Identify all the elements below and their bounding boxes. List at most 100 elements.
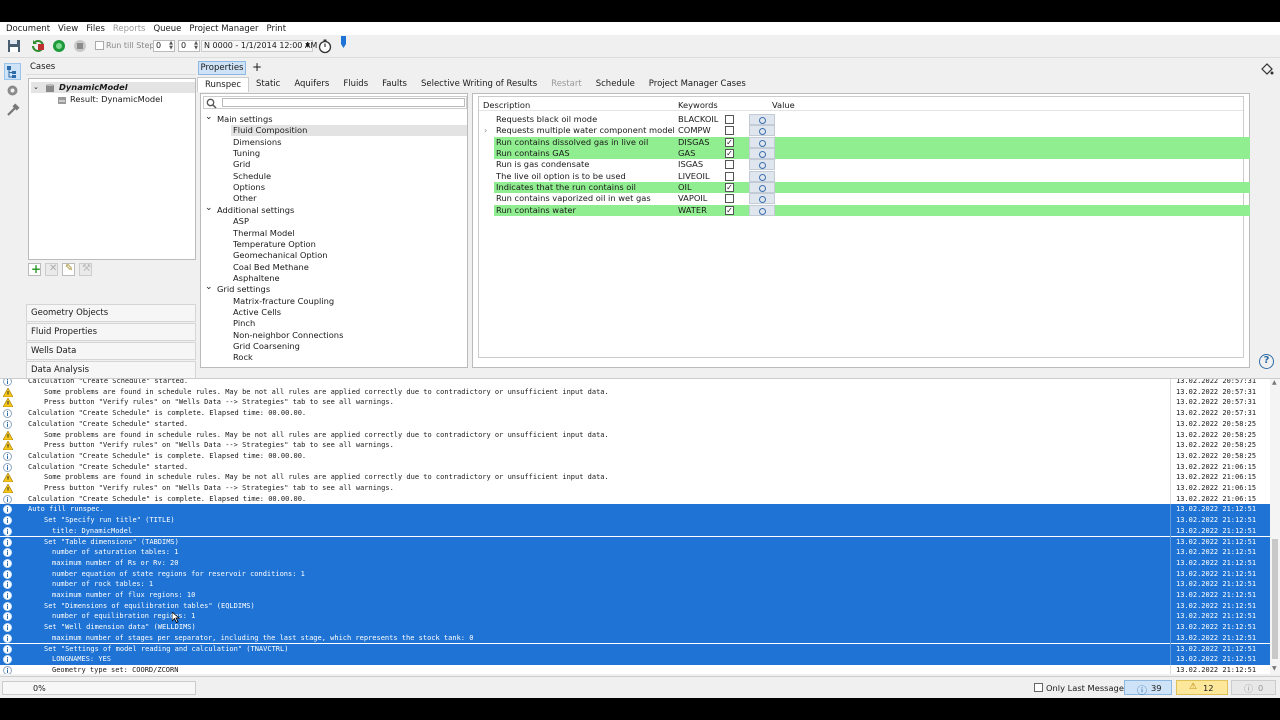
tree-item[interactable]: Tuning (229, 148, 469, 159)
tools-button[interactable] (5, 103, 20, 118)
tree-item[interactable]: ⌄ Main settings (201, 112, 461, 125)
log-entry[interactable]: Press button "Verify rules" on "Wells Da… (0, 440, 1270, 452)
tab-selective-writing-of-results[interactable]: Selective Writing of Results (414, 77, 544, 92)
tree-item[interactable]: Dimensions (229, 137, 469, 148)
tab-runspec[interactable]: Runspec (197, 77, 250, 92)
row-info-button[interactable] (749, 125, 775, 137)
tree-item[interactable]: Non-neighbor Connections (229, 330, 469, 341)
chevron-down-icon[interactable]: ⌄ (205, 203, 213, 214)
tree-item[interactable]: Pinch (229, 318, 469, 329)
add-case-button[interactable]: + (28, 262, 41, 276)
log-entry[interactable]: Press button "Verify rules" on "Wells Da… (0, 483, 1270, 494)
tree-item[interactable]: Fluid Composition (229, 125, 469, 137)
menu-item-files[interactable]: Files (82, 24, 109, 34)
log-entry[interactable]: maximum number of Rs or Rv: 20 13.02.2022… (0, 557, 1270, 569)
keyword-row-liveoil[interactable]: The live oil option is to be used LIVEOIL (494, 170, 1250, 182)
keyword-row-vapoil[interactable]: Run contains vaporized oil in wet gas VAP… (494, 193, 1250, 205)
tab-schedule[interactable]: Schedule (589, 77, 642, 92)
settings-button[interactable] (5, 83, 20, 98)
keyword-row-oil[interactable]: Indicates that the run contains oil OIL ✓ (494, 182, 1250, 194)
row-info-button[interactable] (749, 193, 775, 205)
log-entry[interactable]: maximum number of stages per separator, … (0, 632, 1270, 644)
reload-button[interactable] (30, 38, 46, 54)
tab-faults[interactable]: Faults (375, 77, 414, 92)
keyword-row-water[interactable]: Run contains water WATER ✓ (494, 204, 1250, 216)
tree-item[interactable]: ⌄ Additional settings (201, 203, 461, 216)
log-entry[interactable]: Set "Settings of model reading and calcu… (0, 643, 1270, 655)
run-button[interactable] (51, 38, 67, 54)
log-entry[interactable]: Calculation "Create Schedule" started. 13… (0, 418, 1270, 430)
timeline-slider-handle[interactable] (340, 36, 347, 48)
section-fluid-properties[interactable]: Fluid Properties (26, 323, 196, 341)
tree-item[interactable]: Matrix-fracture Coupling (229, 296, 469, 307)
stop-button[interactable] (72, 38, 88, 54)
menu-item-view[interactable]: View (54, 24, 82, 34)
step-stepper-2[interactable]: 0 ▲ ▼ (178, 40, 200, 52)
fill-color-button[interactable] (1260, 62, 1274, 76)
log-entry[interactable]: maximum number of flux regions: 10 13.02.… (0, 590, 1270, 601)
log-entry[interactable]: Set "Table dimensions" (TABDIMS) 13.02.20… (0, 536, 1270, 548)
keyword-row-disgas[interactable]: Run contains dissolved gas in live oil DI… (494, 136, 1250, 148)
section-wells-data[interactable]: Wells Data (26, 342, 196, 360)
keyword-row-compw[interactable]: › Requests multiple water component model… (484, 125, 1250, 137)
log-entry[interactable]: Some problems are found in schedule rule… (0, 472, 1270, 484)
tree-item[interactable]: ASP (229, 216, 469, 227)
log-entry[interactable]: Press button "Verify rules" on "Wells Da… (0, 397, 1270, 409)
result-item[interactable]: Result: DynamicModel (57, 94, 195, 105)
tree-item[interactable]: Options (229, 182, 469, 193)
delete-case-button[interactable]: ✕ (45, 263, 58, 276)
row-info-button[interactable] (749, 159, 775, 171)
section-geometry-objects[interactable]: Geometry Objects (26, 304, 196, 322)
cases-view-button[interactable] (4, 63, 21, 80)
only-last-messages-checkbox[interactable] (1034, 683, 1043, 692)
menu-item-print[interactable]: Print (262, 24, 290, 34)
log-entry[interactable]: Calculation "Create Schedule" is complet… (0, 408, 1270, 420)
row-checkbox[interactable]: ✓ (725, 183, 734, 193)
tree-item[interactable]: Asphaltene (229, 273, 469, 284)
row-info-button[interactable] (749, 182, 775, 194)
log-entry[interactable]: number of saturation tables: 1 13.02.2022… (0, 547, 1270, 559)
log-entry[interactable]: Auto fill runspec. 13.02.2022 21:12:51 (0, 504, 1270, 516)
tab-aquifers[interactable]: Aquifers (287, 77, 336, 92)
tree-item[interactable]: Coal Bed Methane (229, 262, 469, 273)
tab-project-manager-cases[interactable]: Project Manager Cases (642, 77, 753, 92)
tab-fluids[interactable]: Fluids (336, 77, 375, 92)
search-field[interactable] (222, 98, 465, 107)
tree-item[interactable]: Temperature Option (229, 239, 469, 250)
tools-case-button[interactable]: ⚒ (79, 263, 92, 276)
info-filter-button[interactable]: ⓘ 39 (1124, 680, 1172, 697)
tree-item[interactable]: Geomechanical Option (229, 250, 469, 261)
row-checkbox[interactable]: ✓ (725, 149, 734, 159)
log-entry[interactable]: Calculation "Create Schedule" is complet… (0, 450, 1270, 462)
tree-item[interactable]: ⌄ Grid settings (201, 282, 461, 295)
edit-case-button[interactable]: ✎ (62, 263, 75, 276)
warning-filter-button[interactable]: ⚠ 12 (1176, 680, 1228, 695)
keyword-row-isgas[interactable]: Run is gas condensate ISGAS (494, 159, 1250, 171)
row-info-button[interactable] (749, 136, 775, 148)
log-entry[interactable]: Calculation "Create Schedule" started. 13… (0, 461, 1270, 473)
row-checkbox[interactable] (725, 126, 734, 136)
tree-item[interactable]: Thermal Model (229, 228, 469, 239)
row-info-button[interactable] (749, 204, 775, 216)
tab-properties[interactable]: Properties (198, 61, 246, 75)
menu-item-project-manager[interactable]: Project Manager (185, 24, 262, 34)
log-entry[interactable]: Some problems are found in schedule rule… (0, 429, 1270, 441)
row-checkbox[interactable] (725, 194, 734, 204)
log-entry[interactable]: Calculation "Create Schedule" started. 13… (0, 379, 1270, 387)
tree-search-input[interactable] (203, 96, 467, 109)
error-filter-button[interactable]: ⓘ 0 (1231, 680, 1276, 695)
log-entry[interactable]: title: DynamicModel 13.02.2022 21:12:51 (0, 525, 1270, 537)
row-info-button[interactable] (749, 114, 775, 125)
row-checkbox[interactable] (725, 171, 734, 181)
row-checkbox[interactable]: ✓ (725, 205, 734, 215)
row-checkbox[interactable] (725, 115, 734, 124)
tree-item[interactable]: Grid Coarsening (229, 341, 469, 352)
keyword-row-gas[interactable]: Run contains GAS GAS ✓ (494, 148, 1250, 160)
menu-item-document[interactable]: Document (2, 24, 54, 34)
log-entry[interactable]: Set "Well dimension data" (WELLDIMS) 13.0… (0, 622, 1270, 634)
log-entry[interactable]: Set "Dimensions of equilibration tables"… (0, 600, 1270, 612)
row-checkbox[interactable]: ✓ (725, 137, 734, 147)
step-select[interactable]: N 0000 - 1/1/2014 12:00 AM ▼ (201, 40, 317, 52)
log-entry[interactable]: Geometry type set: COORD/ZCORN 13.02.2022… (0, 664, 1270, 674)
log-entry[interactable]: Some problems are found in schedule rule… (0, 386, 1270, 398)
